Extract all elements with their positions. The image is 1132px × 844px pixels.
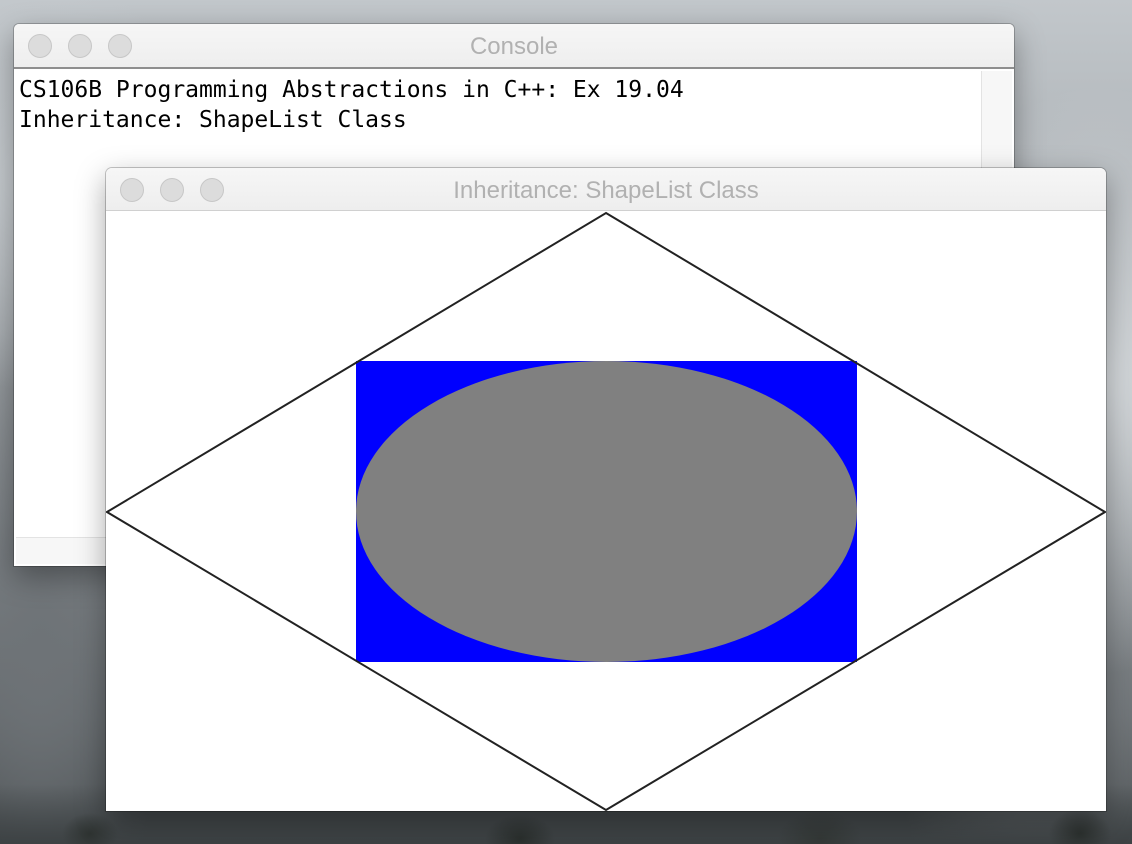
console-line: CS106B Programming Abstractions in C++: … xyxy=(19,77,684,103)
console-window-title: Console xyxy=(469,33,559,60)
graphics-canvas[interactable] xyxy=(106,211,1106,811)
shapes-drawing xyxy=(106,211,1106,811)
console-titlebar[interactable]: Console xyxy=(14,24,1014,69)
console-line: Inheritance: ShapeList Class xyxy=(19,107,407,133)
gray-oval-shape xyxy=(356,361,857,662)
graphics-window[interactable]: Inheritance: ShapeList Class xyxy=(106,168,1106,811)
console-text[interactable]: CS106B Programming Abstractions in C++: … xyxy=(19,75,684,135)
graphics-titlebar[interactable]: Inheritance: ShapeList Class xyxy=(106,168,1106,211)
graphics-window-title: Inheritance: ShapeList Class xyxy=(453,177,759,204)
